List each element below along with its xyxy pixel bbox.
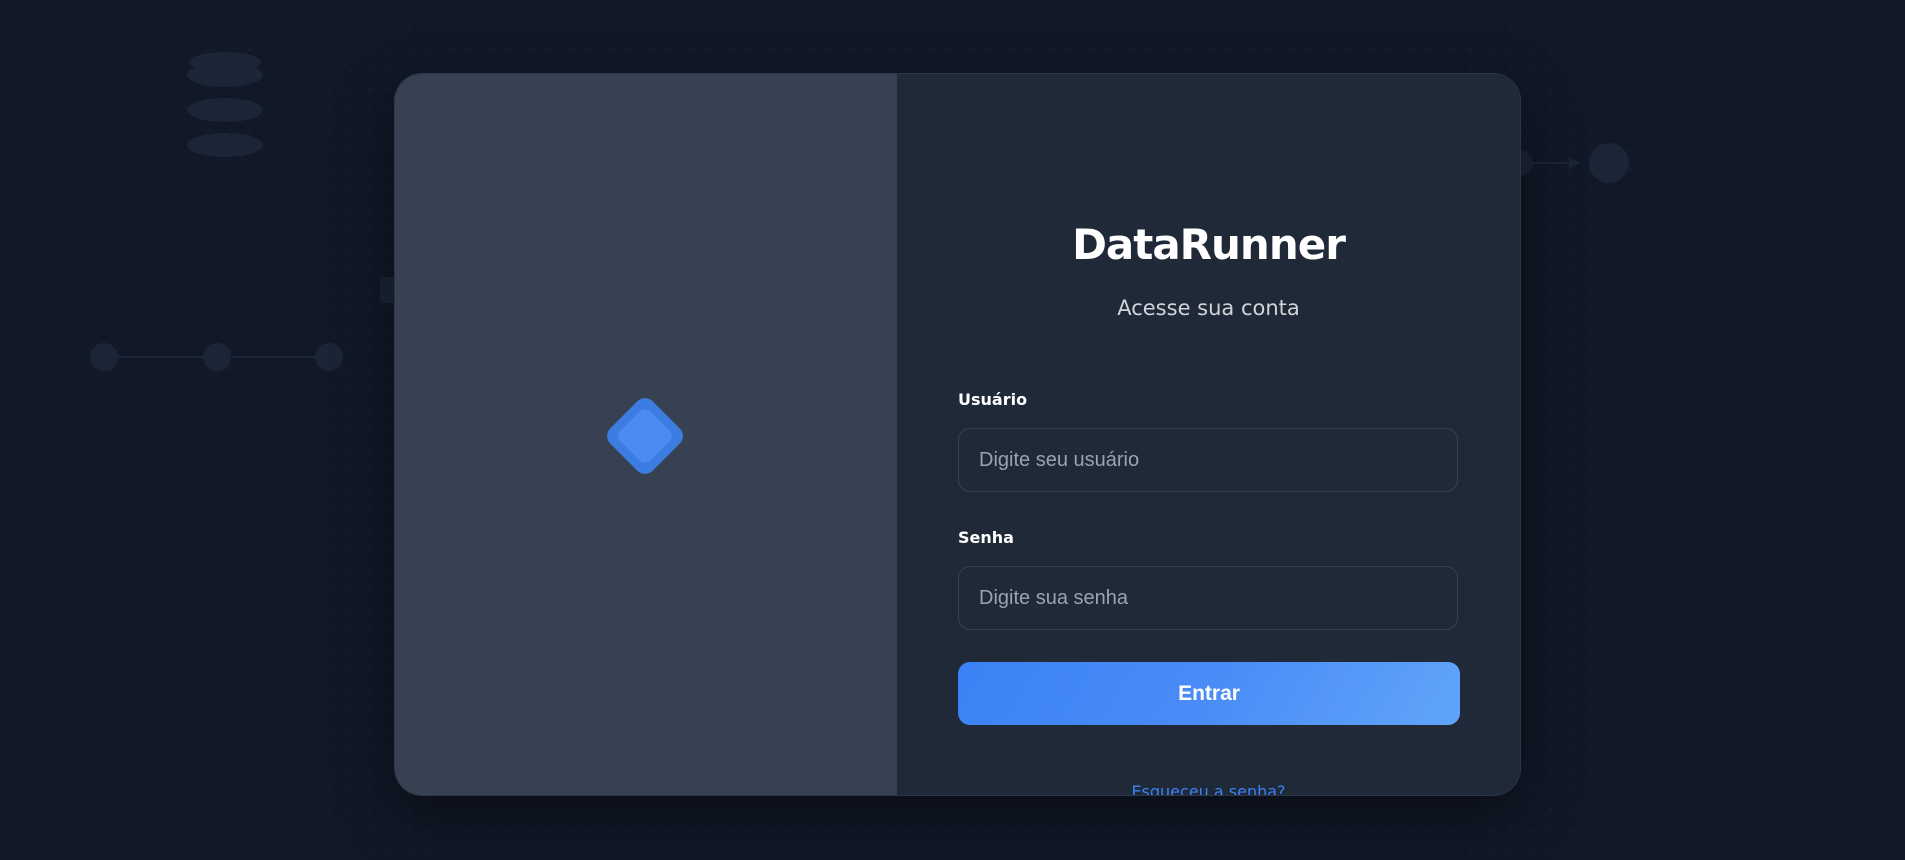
password-input[interactable] [958,566,1458,630]
login-card: DataRunner Acesse sua conta Usuário Senh… [394,73,1521,796]
login-button[interactable]: Entrar [958,662,1460,725]
password-label: Senha [958,528,1014,547]
login-form-panel: DataRunner Acesse sua conta Usuário Senh… [897,74,1520,795]
forgot-password-link[interactable]: Esqueceu a senha? [897,782,1520,795]
brand-panel [395,74,897,795]
username-label: Usuário [958,390,1028,409]
flow-arrow-icon [1507,143,1629,183]
username-input[interactable] [958,428,1458,492]
app-title: DataRunner [1072,220,1346,269]
diamond-logo-icon [595,386,695,486]
page-subtitle: Acesse sua conta [1117,296,1300,320]
network-nodes-icon [90,277,396,371]
database-icon [187,52,263,157]
